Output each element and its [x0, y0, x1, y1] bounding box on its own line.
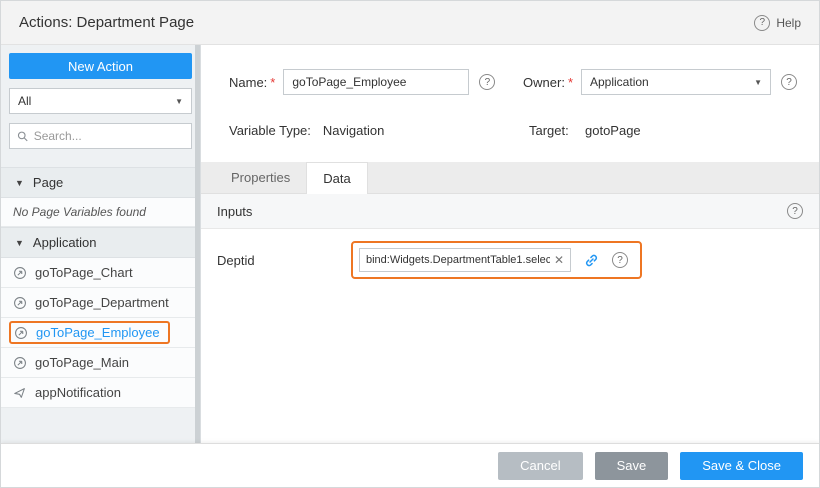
help-label: Help — [776, 16, 801, 30]
required-marker: * — [270, 75, 275, 90]
variable-type-label: Variable Type: — [229, 123, 311, 138]
chevron-down-icon: ▼ — [175, 97, 183, 106]
navigation-icon — [13, 356, 27, 370]
bind-value-highlight: ✕ ? — [351, 241, 642, 279]
main-panel: Name: * ? Owner: * Application ▼ ? Varia… — [201, 45, 819, 443]
inputs-section-title: Inputs — [217, 204, 252, 219]
owner-help-icon[interactable]: ? — [781, 74, 797, 90]
navigation-icon — [13, 266, 27, 280]
tree-item-label: appNotification — [35, 385, 121, 400]
navigation-icon — [13, 296, 27, 310]
new-action-button[interactable]: New Action — [9, 53, 192, 79]
collapse-icon: ▼ — [15, 178, 24, 188]
tree-group-label: Application — [33, 235, 97, 250]
search-input[interactable] — [34, 129, 184, 143]
tree-item-label: goToPage_Main — [35, 355, 129, 370]
clear-icon[interactable]: ✕ — [554, 254, 564, 266]
chevron-down-icon: ▼ — [754, 78, 762, 87]
tree-item-label: goToPage_Employee — [36, 325, 160, 340]
tree-item-gotopage-chart[interactable]: goToPage_Chart — [1, 258, 200, 288]
owner-label: Owner: — [523, 75, 565, 90]
tree-item-appnotification[interactable]: appNotification — [1, 378, 200, 408]
bind-link-icon[interactable] — [583, 252, 600, 269]
cancel-button[interactable]: Cancel — [498, 452, 582, 480]
help-icon: ? — [754, 15, 770, 31]
tree-group-label: Page — [33, 175, 63, 190]
save-button[interactable]: Save — [595, 452, 669, 480]
deptid-bind-field[interactable]: ✕ — [359, 248, 571, 272]
target-value: gotoPage — [585, 123, 641, 138]
inputs-section-header: Inputs ? — [201, 194, 819, 229]
selected-item-highlight: goToPage_Employee — [9, 321, 170, 344]
tree-item-gotopage-department[interactable]: goToPage_Department — [1, 288, 200, 318]
deptid-bind-input[interactable] — [366, 254, 550, 266]
tree-group-page[interactable]: ▼ Page — [1, 167, 200, 198]
required-marker: * — [568, 75, 573, 90]
variable-type-value: Navigation — [323, 123, 384, 138]
tree-item-label: goToPage_Department — [35, 295, 169, 310]
notification-icon — [13, 386, 27, 400]
name-label: Name: — [229, 75, 267, 90]
type-target-row: Variable Type: Navigation Target: gotoPa… — [201, 123, 819, 138]
name-input[interactable] — [283, 69, 469, 95]
collapse-icon: ▼ — [15, 238, 24, 248]
tabstrip: Properties Data — [201, 162, 819, 194]
page-title: Actions: Department Page — [19, 14, 194, 31]
owner-select[interactable]: Application ▼ — [581, 69, 771, 95]
actions-dialog: Actions: Department Page ? Help New Acti… — [0, 0, 820, 488]
deptid-help-icon[interactable]: ? — [612, 252, 628, 268]
search-box[interactable] — [9, 123, 192, 149]
tree-item-label: goToPage_Chart — [35, 265, 133, 280]
save-and-close-button[interactable]: Save & Close — [680, 452, 803, 480]
sidebar: New Action All ▼ ▼ Page No Page Variable… — [1, 45, 201, 443]
name-owner-row: Name: * ? Owner: * Application ▼ ? — [201, 69, 819, 95]
tree-item-gotopage-main[interactable]: goToPage_Main — [1, 348, 200, 378]
tree-group-application[interactable]: ▼ Application — [1, 227, 200, 258]
filter-selected-value: All — [18, 94, 31, 108]
search-icon — [17, 130, 29, 143]
variable-filter-select[interactable]: All ▼ — [9, 88, 192, 114]
footer: Cancel Save Save & Close — [1, 443, 819, 487]
navigation-icon — [14, 326, 28, 340]
tab-properties[interactable]: Properties — [215, 162, 306, 193]
target-label: Target: — [529, 123, 573, 138]
owner-selected-value: Application — [590, 75, 649, 89]
empty-page-variables-text: No Page Variables found — [1, 198, 200, 227]
inputs-help-icon[interactable]: ? — [787, 203, 803, 219]
tab-data[interactable]: Data — [306, 162, 367, 194]
tree-item-gotopage-employee-selected[interactable]: goToPage_Employee — [1, 318, 200, 348]
help-link[interactable]: ? Help — [754, 15, 801, 31]
header: Actions: Department Page ? Help — [1, 1, 819, 45]
sidebar-controls: New Action All ▼ — [1, 45, 200, 157]
name-help-icon[interactable]: ? — [479, 74, 495, 90]
variables-tree: ▼ Page No Page Variables found ▼ Applica… — [1, 167, 200, 408]
deptid-row: Deptid ✕ ? — [201, 229, 819, 291]
deptid-label: Deptid — [217, 253, 351, 268]
